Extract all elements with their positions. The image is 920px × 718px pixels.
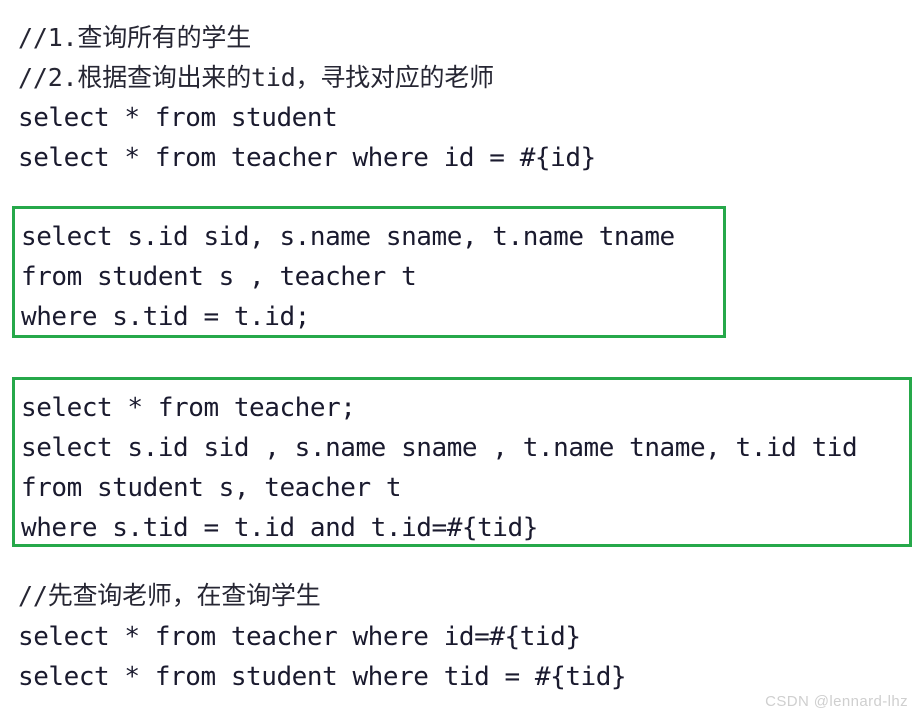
highlighted-query-box-1: select s.id sid, s.name sname, t.name tn… bbox=[12, 206, 726, 338]
code-line-select-student-by-tid: select * from student where tid = #{tid} bbox=[18, 662, 627, 692]
box1-line-1: select s.id sid, s.name sname, t.name tn… bbox=[21, 222, 675, 252]
code-snippet-canvas: //1.查询所有的学生 //2.根据查询出来的tid，寻找对应的老师 selec… bbox=[0, 0, 920, 718]
box2-line-1: select * from teacher; bbox=[21, 393, 356, 423]
box2-line-2: select s.id sid , s.name sname , t.name … bbox=[21, 433, 858, 463]
code-line-select-teacher-by-tid: select * from teacher where id=#{tid} bbox=[18, 622, 581, 652]
box1-line-2: from student s , teacher t bbox=[21, 262, 417, 292]
box1-line-3: where s.tid = t.id; bbox=[21, 302, 310, 332]
box2-line-4: where s.tid = t.id and t.id=#{tid} bbox=[21, 513, 538, 543]
comment-line-3: //先查询老师，在查询学生 bbox=[18, 581, 321, 610]
csdn-watermark: CSDN @lennard-lhz bbox=[765, 693, 908, 710]
code-line-select-all-student: select * from student bbox=[18, 103, 338, 133]
comment-line-1: //1.查询所有的学生 bbox=[18, 23, 252, 52]
highlighted-query-box-2: select * from teacher; select s.id sid ,… bbox=[12, 377, 912, 547]
comment-line-2: //2.根据查询出来的tid，寻找对应的老师 bbox=[18, 63, 494, 92]
code-line-select-teacher-by-id: select * from teacher where id = #{id} bbox=[18, 143, 596, 173]
box2-line-3: from student s, teacher t bbox=[21, 473, 402, 503]
